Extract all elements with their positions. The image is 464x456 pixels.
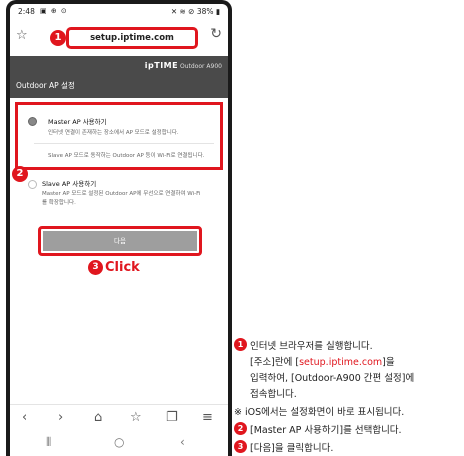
browser-bottom-nav: ‹ › ⌂ ☆ ❐ ≡ <box>10 404 228 431</box>
back-icon[interactable]: ‹ <box>22 410 27 425</box>
option-slave-title[interactable]: Slave AP 사용하기 <box>42 178 96 188</box>
phone-frame: 2:48 ▣ ⊕ ⊙ ✕ ≋ ⊘ 38% ▮ ☆ 1 setup.iptime.… <box>6 0 232 456</box>
star-outline-icon[interactable]: ☆ <box>16 28 28 43</box>
step-1-url: setup.iptime.com <box>299 357 383 368</box>
next-button-highlight: 다음 <box>38 226 202 256</box>
step-3-text: [다음]을 클릭합니다. <box>250 443 334 454</box>
option-master-title: Master AP 사용하기 <box>48 118 107 126</box>
step-1-line-1: 인터넷 브라우저를 실행합니다. <box>250 341 373 352</box>
forward-icon[interactable]: › <box>58 410 63 425</box>
option-divider <box>34 143 214 144</box>
callout-marker-3: 3 <box>88 260 103 275</box>
address-bar-url: setup.iptime.com <box>90 33 174 43</box>
phone-screen: 2:48 ▣ ⊕ ⊙ ✕ ≋ ⊘ 38% ▮ ☆ 1 setup.iptime.… <box>10 4 228 456</box>
option-master-desc2: Slave AP 모드로 동작하는 Outdoor AP 등이 Wi-Fi로 연… <box>48 153 205 159</box>
click-label: Click <box>105 260 140 275</box>
step-1-line-3: 입력하여, [Outdoor-A900 간편 설정]에 <box>250 373 415 384</box>
radio-slave-ap[interactable] <box>28 180 37 189</box>
instruction-step-1: 1 인터넷 브라우저를 실행합니다. <box>234 338 460 352</box>
step-1-line-2-post: ]을 <box>382 357 395 368</box>
instruction-step-1-line-2: [주소]란에 [setup.iptime.com]을 <box>234 354 464 368</box>
click-callout: 3 Click <box>88 260 140 275</box>
step-2-text: [Master AP 사용하기]를 선택합니다. <box>250 425 402 436</box>
callout-marker-1: 1 <box>50 30 66 46</box>
address-bar[interactable]: setup.iptime.com <box>66 27 198 49</box>
instruction-step-2: 2 [Master AP 사용하기]를 선택합니다. <box>234 422 460 436</box>
ios-note: ※ iOS에서는 설정화면이 바로 표시됩니다. <box>234 407 405 418</box>
recent-apps-icon[interactable]: ⦀ <box>46 435 51 450</box>
option-slave-desc2: 를 확장합니다. <box>42 200 76 206</box>
bookmarks-icon[interactable]: ☆ <box>130 410 142 425</box>
step-3-marker: 3 <box>234 440 247 453</box>
status-bar: 2:48 ▣ ⊕ ⊙ ✕ ≋ ⊘ 38% ▮ <box>10 4 228 20</box>
step-1-marker: 1 <box>234 338 247 351</box>
status-system-icons: ✕ ≋ ⊘ 38% ▮ <box>170 7 220 16</box>
option-master-ap[interactable]: Master AP 사용하기 인터넷 연결이 존재하는 장소에서 AP 모드로 … <box>15 102 223 170</box>
callout-marker-2: 2 <box>12 166 28 182</box>
page-header: ipTIME Outdoor A900 Outdoor AP 설정 <box>10 56 228 98</box>
status-notification-icons: ▣ ⊕ ⊙ <box>40 7 68 15</box>
step-2-marker: 2 <box>234 422 247 435</box>
iptime-logo: ipTIME Outdoor A900 <box>145 61 222 70</box>
instruction-step-3: 3 [다음]을 클릭합니다. <box>234 440 460 454</box>
menu-icon[interactable]: ≡ <box>202 410 213 425</box>
radio-master-ap[interactable] <box>28 117 37 126</box>
step-1-line-2-pre: [주소]란에 [ <box>250 357 300 368</box>
logo-brand: ipTIME <box>144 61 179 70</box>
reload-icon[interactable]: ↻ <box>210 26 222 42</box>
option-slave-desc1: Master AP 모드로 설정된 Outdoor AP에 무선으로 연결하여 … <box>42 191 201 197</box>
page-title: Outdoor AP 설정 <box>16 81 75 90</box>
status-time: 2:48 <box>18 7 35 16</box>
logo-model: Outdoor A900 <box>180 63 222 70</box>
option-master-desc1: 인터넷 연결이 존재하는 장소에서 AP 모드로 설정합니다. <box>48 130 179 136</box>
home-icon[interactable]: ⌂ <box>94 410 102 425</box>
system-back-icon[interactable]: ‹ <box>180 435 185 449</box>
next-button[interactable]: 다음 <box>43 231 197 251</box>
system-home-icon[interactable]: ○ <box>114 435 124 449</box>
tabs-icon[interactable]: ❐ <box>166 410 178 425</box>
settings-content: Master AP 사용하기 인터넷 연결이 존재하는 장소에서 AP 모드로 … <box>10 98 228 392</box>
step-1-line-4: 접속합니다. <box>250 389 297 400</box>
system-nav-bar: ⦀ ○ ‹ <box>10 432 228 456</box>
browser-toolbar: ☆ 1 setup.iptime.com ↻ <box>10 22 228 52</box>
